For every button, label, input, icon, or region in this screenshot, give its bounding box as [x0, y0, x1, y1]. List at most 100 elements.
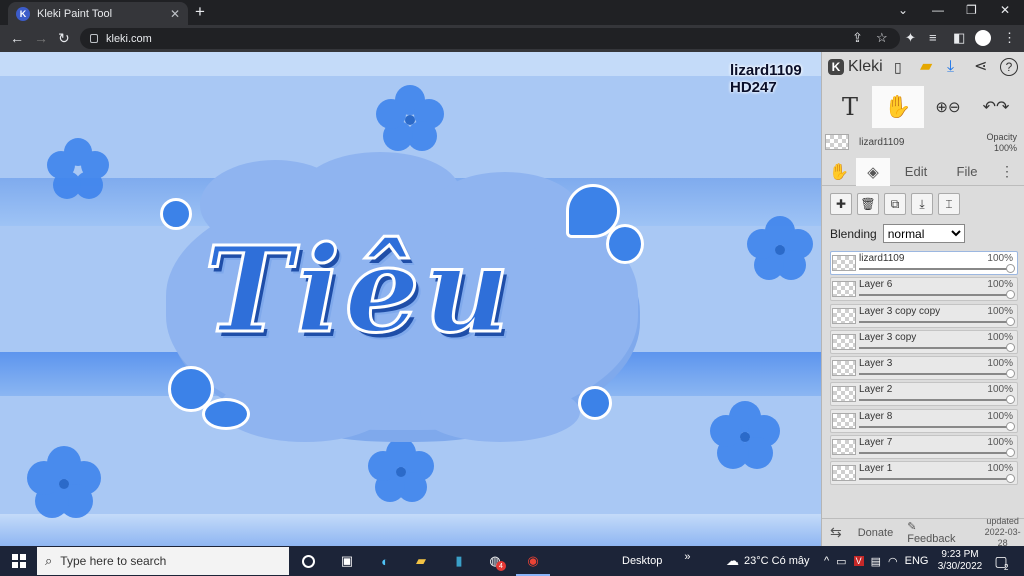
layer-row[interactable]: Layer 3 copy 100%	[830, 329, 1018, 354]
donate-link[interactable]: Donate	[858, 527, 893, 539]
layer-opacity-slider[interactable]	[859, 264, 1015, 273]
layer-row[interactable]: Layer 3 100%	[830, 356, 1018, 381]
taskbar-clock[interactable]: 9:23 PM 3/30/2022	[934, 549, 986, 573]
share-icon[interactable]: ⇪	[852, 30, 863, 46]
blending-select[interactable]: normal	[882, 224, 965, 243]
layer-name: lizard1109	[859, 253, 905, 264]
desktop-toolbar[interactable]: Desktop »	[622, 546, 690, 576]
layer-opacity-handle[interactable]	[1006, 369, 1015, 379]
duplicate-layer-button[interactable]: ⧉	[884, 193, 906, 215]
delete-layer-button[interactable]: 🗑	[857, 193, 879, 215]
tab-search-icon[interactable]: ⌄	[898, 3, 908, 17]
browser-tab-bar: K Kleki Paint Tool ✕ + ⌄ — ❐ ✕	[0, 0, 1024, 25]
layer-row[interactable]: lizard1109 100%	[830, 251, 1018, 275]
active-layer-name: lizard1109	[859, 137, 905, 148]
chrome-icon[interactable]: ◉	[524, 552, 542, 570]
feedback-link[interactable]: ✎ Feedback	[907, 520, 966, 545]
close-window-icon[interactable]: ✕	[1000, 3, 1010, 17]
wifi-icon[interactable]: ◠	[888, 555, 898, 568]
profile-icon[interactable]	[975, 30, 991, 46]
tray-chevron-icon[interactable]: ^	[824, 555, 829, 567]
task-view-icon[interactable]: ▣	[338, 552, 356, 570]
layer-opacity-handle[interactable]	[1006, 316, 1015, 326]
toolbar-chevron-icon: »	[684, 551, 691, 563]
layer-opacity-slider[interactable]	[859, 421, 1015, 431]
layer-actions: ✚ 🗑 ⧉ ⤓ ⌶	[830, 193, 960, 215]
close-tab-icon[interactable]: ✕	[170, 7, 180, 21]
new-file-icon[interactable]: ▯	[894, 58, 902, 76]
help-icon[interactable]: ?	[1000, 58, 1018, 76]
restore-icon[interactable]: ❐	[966, 3, 977, 17]
back-icon[interactable]: ←	[10, 30, 24, 46]
cortana-icon[interactable]	[302, 555, 315, 568]
vpn-icon[interactable]: V	[853, 556, 864, 566]
windows-taskbar: ⌕ Type here to search ▣ ◐ ▰ ▮ ◍ 4 ◉ Desk…	[0, 546, 1024, 576]
layer-row[interactable]: Layer 3 copy copy 100%	[830, 303, 1018, 328]
layer-opacity-handle[interactable]	[1006, 474, 1015, 484]
download-icon[interactable]: ⤓	[947, 58, 954, 76]
layer-opacity-handle[interactable]	[1006, 448, 1015, 458]
layer-opacity-slider[interactable]	[859, 474, 1015, 484]
taskbar-search[interactable]: ⌕ Type here to search	[37, 547, 289, 575]
battery-icon[interactable]: ▭	[836, 555, 846, 568]
layer-name: Layer 3	[859, 358, 893, 370]
browser-tab[interactable]: K Kleki Paint Tool ✕	[8, 2, 188, 25]
layer-row[interactable]: Layer 8 100%	[830, 408, 1018, 433]
layer-opacity-handle[interactable]	[1006, 395, 1015, 405]
edge-icon[interactable]: ◐	[376, 552, 394, 570]
more-options-icon[interactable]: ⋮	[992, 158, 1022, 186]
playlist-icon[interactable]: ≡	[929, 30, 937, 46]
star-icon[interactable]: ☆	[876, 30, 888, 46]
layer-name: Layer 2	[859, 384, 893, 396]
layer-opacity-slider[interactable]	[859, 290, 1015, 300]
layer-row[interactable]: Layer 1 100%	[830, 461, 1018, 486]
merge-layer-button[interactable]: ⤓	[911, 193, 933, 215]
tab-file[interactable]: File	[942, 158, 992, 186]
undo-redo-icon[interactable]: ↶↷	[974, 86, 1018, 128]
text-tool-icon[interactable]: T	[828, 86, 872, 128]
layer-row[interactable]: Layer 7 100%	[830, 435, 1018, 460]
open-folder-icon[interactable]: ▰	[920, 58, 932, 76]
printer-icon[interactable]: ▤	[871, 555, 881, 568]
weather-widget[interactable]: ☁ 23°C Có mây	[726, 546, 810, 576]
menu-icon[interactable]: ⋮	[1003, 30, 1016, 46]
layer-row[interactable]: Layer 6 100%	[830, 277, 1018, 302]
layer-opacity-handle[interactable]	[1006, 342, 1015, 352]
layer-opacity-slider[interactable]	[859, 316, 1015, 326]
layer-thumbnail	[832, 439, 856, 456]
rename-layer-button[interactable]: ⌶	[938, 193, 960, 215]
layer-opacity-slider[interactable]	[859, 395, 1015, 405]
zoom-icon[interactable]: ⊕⊖	[926, 86, 970, 128]
minimize-icon[interactable]: —	[932, 3, 944, 17]
language-indicator[interactable]: ENG	[905, 555, 929, 567]
drawing-canvas[interactable]: Tiêu lizard1109 HD247	[0, 52, 821, 546]
cloud-bump-5	[420, 382, 580, 442]
url-input[interactable]: kleki.com	[80, 28, 900, 49]
layer-row[interactable]: Layer 2 100%	[830, 382, 1018, 407]
desktop-label: Desktop	[622, 555, 663, 567]
add-layer-button[interactable]: ✚	[830, 193, 852, 215]
layer-opacity-slider[interactable]	[859, 448, 1015, 458]
layer-opacity-slider[interactable]	[859, 342, 1015, 352]
new-tab-icon[interactable]: +	[195, 3, 205, 21]
swap-icon[interactable]: ⇆	[830, 524, 842, 541]
active-layer-thumbnail	[825, 134, 849, 150]
reload-icon[interactable]: ↻	[58, 30, 70, 46]
layer-opacity-slider[interactable]	[859, 369, 1015, 379]
layer-opacity: 100%	[987, 384, 1013, 396]
hand-tool-icon[interactable]: ✋	[872, 86, 924, 128]
updated-info[interactable]: updated 2022-03-28	[980, 516, 1024, 549]
share-icon[interactable]: ⋖	[974, 58, 987, 76]
forward-icon[interactable]: →	[34, 30, 48, 46]
tab-layers[interactable]: ◈	[856, 157, 890, 186]
tab-edit[interactable]: Edit	[890, 158, 942, 186]
layer-opacity-handle[interactable]	[1006, 421, 1015, 431]
app-icon[interactable]: ▮	[450, 552, 468, 570]
tab-hand[interactable]: ✋	[822, 158, 856, 186]
windows-start-icon[interactable]	[12, 554, 26, 568]
file-explorer-icon[interactable]: ▰	[412, 552, 430, 570]
layer-opacity-handle[interactable]	[1006, 290, 1015, 300]
sidebar-icon[interactable]: ◧	[953, 30, 965, 46]
extensions-icon[interactable]: ✦	[905, 30, 916, 46]
layer-opacity-handle[interactable]	[1006, 264, 1015, 273]
